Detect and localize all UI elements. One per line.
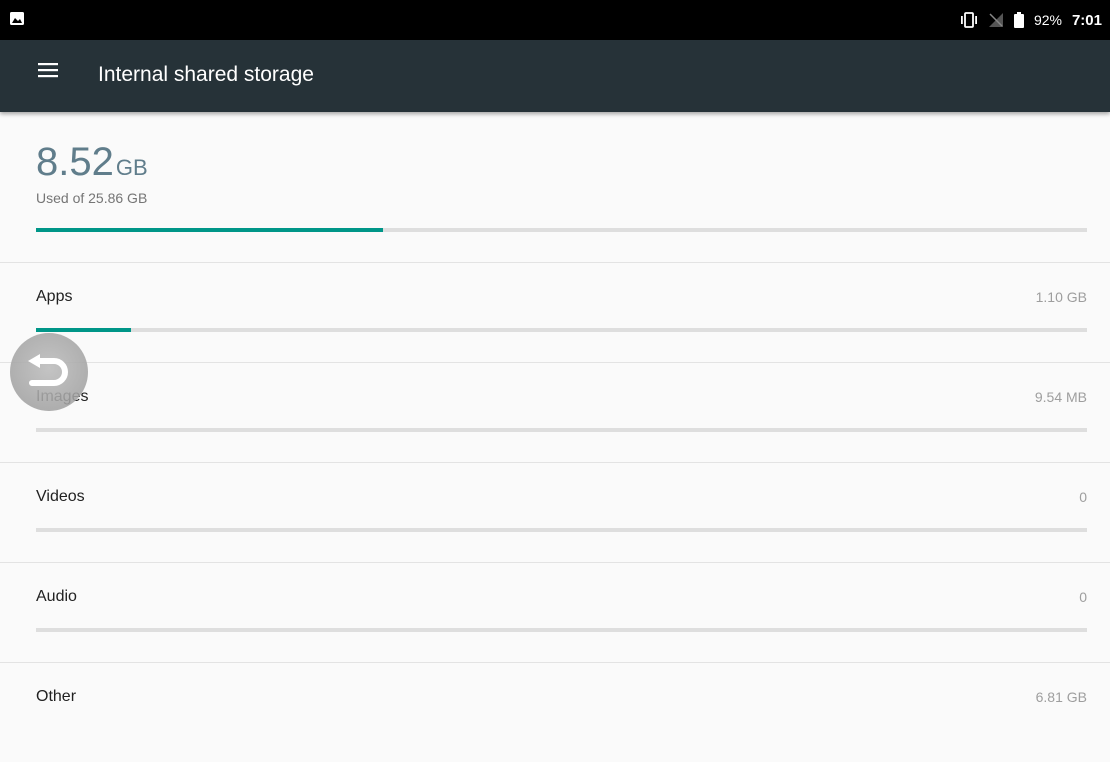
page-title: Internal shared storage — [98, 63, 314, 86]
image-notification-icon — [10, 12, 24, 25]
used-of-label: Used of 25.86 GB — [36, 190, 148, 206]
status-bar: 92% 7:01 — [0, 0, 1110, 40]
category-label: Videos — [36, 488, 85, 505]
category-row-apps[interactable]: Apps 1.10 GB — [0, 263, 1110, 362]
category-label: Apps — [36, 288, 73, 305]
used-unit: GB — [115, 155, 148, 180]
battery-percent: 92% — [1033, 12, 1062, 28]
category-size: 0 — [1079, 489, 1087, 505]
category-row-videos[interactable]: Videos 0 — [0, 463, 1110, 562]
total-usage-fill — [36, 228, 383, 232]
back-arrow-icon — [28, 354, 68, 386]
vibrate-icon — [960, 12, 977, 28]
app-bar: Internal shared storage — [0, 40, 1110, 112]
category-size: 6.81 GB — [1035, 689, 1087, 705]
battery-icon — [1013, 12, 1024, 28]
category-row-images[interactable]: Images 9.54 MB — [0, 363, 1110, 462]
category-row-other[interactable]: Other 6.81 GB — [0, 663, 1110, 762]
category-usage-bar — [36, 428, 1087, 432]
category-usage-fill — [36, 328, 131, 332]
used-amount: 8.52GB — [36, 140, 148, 185]
clock: 7:01 — [1071, 11, 1102, 29]
category-label: Other — [36, 688, 77, 705]
storage-summary: 8.52GB Used of 25.86 GB — [0, 112, 1110, 262]
used-value: 8.52 — [36, 140, 114, 184]
category-size: 9.54 MB — [1034, 389, 1087, 405]
category-size: 1.10 GB — [1035, 289, 1087, 305]
category-usage-bar — [36, 628, 1087, 632]
category-usage-bar — [36, 528, 1087, 532]
no-signal-icon — [988, 13, 1003, 27]
menu-icon[interactable] — [38, 62, 58, 78]
category-row-audio[interactable]: Audio 0 — [0, 563, 1110, 662]
total-usage-bar — [36, 228, 1087, 232]
floating-back-button[interactable] — [10, 333, 88, 411]
category-size: 0 — [1079, 589, 1087, 605]
category-usage-bar — [36, 328, 1087, 332]
category-label: Audio — [36, 588, 77, 605]
